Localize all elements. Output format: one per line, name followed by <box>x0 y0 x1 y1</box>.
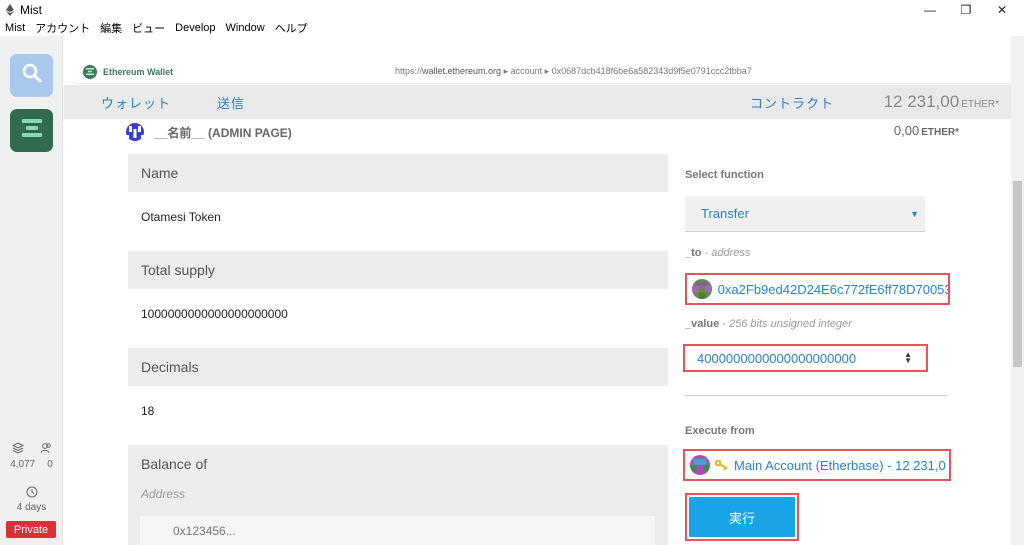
url-host: wallet.ethereum.org <box>422 66 502 76</box>
menu-mist[interactable]: Mist <box>0 22 30 34</box>
site-logo-icon <box>83 64 97 79</box>
network-stats: 4,077 0 <box>0 442 63 470</box>
number-spinner-icon[interactable]: ▲ ▼ <box>904 351 912 365</box>
function-select[interactable]: Transfer ▼ <box>685 196 925 232</box>
time-label: 4 days <box>16 502 47 513</box>
key-icon <box>714 458 730 472</box>
scrollbar-thumb[interactable] <box>1013 181 1022 367</box>
value-param-name: _value <box>685 318 720 330</box>
ethereum-logo-icon <box>4 3 16 16</box>
nav-send[interactable]: 送信 <box>217 93 245 112</box>
total-balance-unit: ETHER* <box>961 99 999 110</box>
minimize-button[interactable]: — <box>912 0 948 19</box>
function-select-value: Transfer <box>701 206 749 221</box>
clock-icon <box>26 486 38 501</box>
menu-window[interactable]: Window <box>221 22 270 34</box>
field-name-value: Otamesi Token <box>128 192 668 242</box>
menu-develop[interactable]: Develop <box>170 22 220 34</box>
wallet-icon <box>21 118 43 143</box>
block-count: 4,077 <box>10 459 36 470</box>
url-bar: Ethereum Wallet https://wallet.ethereum.… <box>75 60 1011 84</box>
function-panel: Select function Transfer ▼ _to - address… <box>683 119 1005 545</box>
account-identicon-icon <box>690 455 710 475</box>
contract-page: __名前__ (ADMIN PAGE) 0,00 ETHER* Name Otam… <box>64 119 1011 545</box>
field-supply-value: 1000000000000000000000 <box>128 289 668 339</box>
page-scrollbar[interactable] <box>1011 36 1024 545</box>
url-scheme: https:// <box>395 66 423 76</box>
field-decimals-label: Decimals <box>128 348 668 386</box>
field-balance-of: Balance of Address <box>128 445 668 545</box>
total-balance-value: 12 231,00 <box>883 92 960 111</box>
to-address-input[interactable]: 0xa2Fb9ed42D24E6c772fE6ff78D70053 <box>685 273 950 305</box>
recipient-identicon-icon <box>692 279 712 299</box>
url-path: ▸ account ▸ 0x0687dcb418f6be6a582343d9f5… <box>501 66 752 76</box>
sync-time: 4 days <box>0 486 63 513</box>
field-name: Name Otamesi Token <box>128 154 668 242</box>
contract-identicon-icon <box>126 123 144 141</box>
peers-icon <box>40 442 52 457</box>
select-function-label: Select function <box>685 169 764 181</box>
page-title: __名前__ (ADMIN PAGE) <box>126 123 292 141</box>
wallet-nav: ウォレット 送信 コントラクト 12 231,00 ETHER* <box>64 85 1011 119</box>
balance-address-input[interactable] <box>140 516 655 545</box>
total-balance: 12 231,00 ETHER* <box>884 92 999 112</box>
blocks-icon <box>11 442 24 457</box>
to-address-value: 0xa2Fb9ed42D24E6c772fE6ff78D70053 <box>717 281 948 297</box>
to-param-label: _to - address <box>685 247 750 259</box>
site-name: Ethereum Wallet <box>103 66 174 77</box>
value-param-label: _value - 256 bits unsigned integer <box>685 318 852 330</box>
field-supply-label: Total supply <box>128 251 668 289</box>
url-address[interactable]: https://wallet.ethereum.org ▸ account ▸ … <box>395 66 752 77</box>
menu-bar: Mist アカウント 編集 ビュー Develop Window ヘルプ <box>0 19 1024 36</box>
value-param-hint: - 256 bits unsigned integer <box>719 318 852 330</box>
field-total-supply: Total supply 1000000000000000000000 <box>128 251 668 339</box>
field-decimals-value: 18 <box>128 386 668 436</box>
nav-contracts[interactable]: コントラクト <box>750 93 834 112</box>
network-badge: Private <box>6 521 56 538</box>
execute-from-label: Execute from <box>685 425 755 437</box>
wallet-tab-button[interactable] <box>10 109 53 152</box>
close-button[interactable]: ✕ <box>984 0 1020 19</box>
section-divider <box>685 395 947 396</box>
contract-name: __名前__ (ADMIN PAGE) <box>154 125 292 140</box>
execute-account-value: Main Account (Etherbase) - 12 231,0 <box>734 457 946 473</box>
to-param-name: _to <box>685 247 702 259</box>
execute-button-label: 実行 <box>689 497 795 537</box>
field-decimals: Decimals 18 <box>128 348 668 436</box>
execute-account-select[interactable]: Main Account (Etherbase) - 12 231,0 <box>683 449 951 481</box>
to-param-hint: - address <box>701 247 751 259</box>
dropdown-caret-icon: ▼ <box>910 208 919 219</box>
menu-view[interactable]: ビュー <box>127 20 170 36</box>
execute-button[interactable]: 実行 <box>685 493 799 541</box>
value-input[interactable]: 4000000000000000000000 ▲ ▼ <box>683 344 928 372</box>
field-name-label: Name <box>128 154 668 192</box>
restore-button[interactable]: ❐ <box>948 0 984 19</box>
field-address-label: Address <box>128 483 668 505</box>
left-rail: 4,077 0 4 days Private <box>0 36 63 545</box>
search-icon <box>21 62 43 89</box>
menu-account[interactable]: アカウント <box>30 20 95 36</box>
window-title: Mist <box>20 2 42 17</box>
field-balance-label: Balance of <box>128 445 668 483</box>
menu-edit[interactable]: 編集 <box>95 20 127 36</box>
browser-tab-button[interactable] <box>10 54 53 97</box>
mist-window: Mist — ❐ ✕ Mist アカウント 編集 ビュー Develop Win… <box>0 0 1024 545</box>
title-bar: Mist — ❐ ✕ <box>0 0 1024 19</box>
value-input-value: 4000000000000000000000 <box>697 350 857 366</box>
menu-help[interactable]: ヘルプ <box>270 20 313 36</box>
peer-count: 0 <box>47 459 53 470</box>
nav-wallet[interactable]: ウォレット <box>101 93 171 112</box>
